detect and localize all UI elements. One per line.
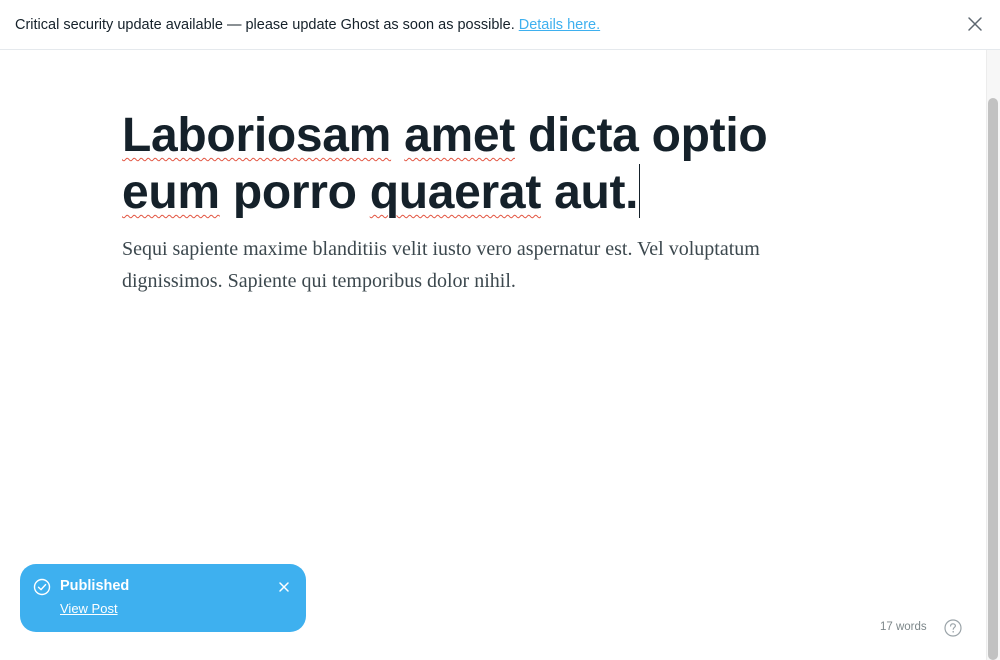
editor[interactable]: Laboriosam amet dicta optio eum porro qu… — [122, 108, 852, 297]
title-word-misspelled: quaerat — [369, 166, 542, 219]
view-post-link[interactable]: View Post — [60, 601, 118, 616]
help-icon[interactable] — [944, 619, 962, 637]
notification-title: Published — [60, 578, 130, 594]
title-word: aut. — [554, 166, 639, 219]
published-notification: Published View Post — [20, 564, 306, 632]
banner-details-link[interactable]: Details here. — [519, 17, 600, 33]
title-word: dicta — [528, 109, 639, 162]
banner-message: Critical security update available — ple… — [15, 16, 515, 33]
title-word-misspelled: Laboriosam — [122, 109, 392, 162]
close-icon[interactable] — [278, 580, 290, 592]
post-body[interactable]: Sequi sapiente maxime blanditiis velit i… — [122, 233, 852, 297]
title-word-misspelled: eum — [122, 166, 220, 219]
title-word-misspelled: amet — [404, 109, 515, 162]
check-circle-icon — [33, 578, 51, 596]
title-word: optio — [651, 109, 768, 162]
post-title[interactable]: Laboriosam amet dicta optio eum porro qu… — [122, 108, 852, 221]
security-update-banner: Critical security update available — ple… — [0, 0, 1000, 50]
title-word: porro — [232, 166, 357, 219]
text-caret — [639, 164, 641, 218]
close-icon[interactable] — [966, 15, 984, 33]
scrollbar-thumb[interactable] — [988, 98, 998, 660]
word-count: 17 words — [880, 621, 927, 633]
